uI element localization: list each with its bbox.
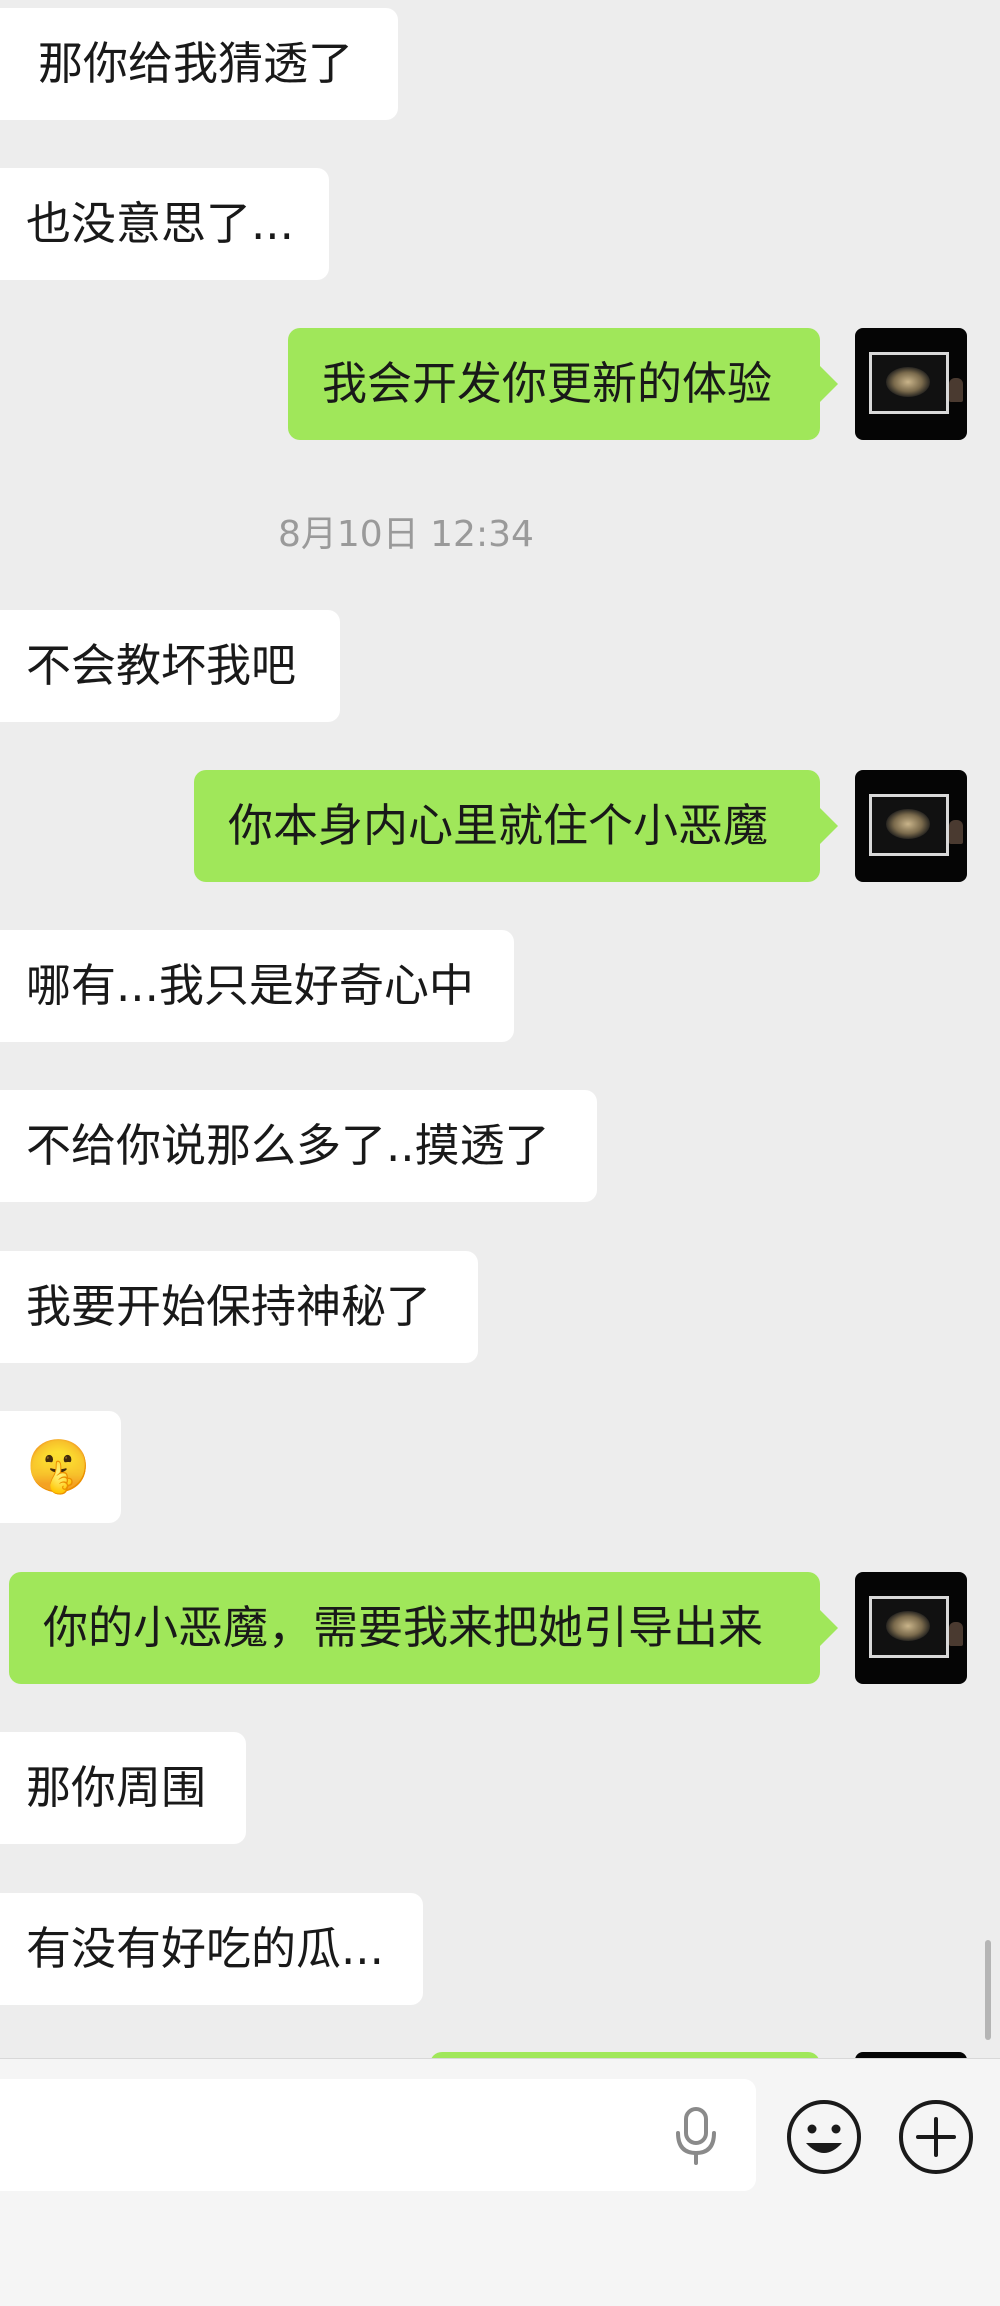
received-message[interactable]: 不给你说那么多了..摸透了	[0, 1090, 597, 1202]
received-message[interactable]: 那你给我猜透了	[0, 8, 398, 120]
sent-message[interactable]: 我会开发你更新的体验	[288, 328, 838, 440]
received-message[interactable]: 我要开始保持神秘了	[0, 1251, 478, 1363]
received-message[interactable]: 不会教坏我吧	[0, 610, 340, 722]
my-avatar[interactable]	[855, 770, 967, 882]
sent-message[interactable]: 你本身内心里就住个小恶魔	[194, 770, 838, 882]
sent-message[interactable]: 你的小恶魔，需要我来把她引导出来	[9, 1572, 838, 1684]
my-avatar[interactable]	[855, 1572, 967, 1684]
received-message[interactable]: 也没意思了...	[0, 168, 329, 280]
received-message[interactable]: 有没有好吃的瓜...	[0, 1893, 423, 2005]
microphone-icon[interactable]	[672, 2107, 720, 2165]
received-message[interactable]: 那你周围	[0, 1732, 246, 1844]
received-message[interactable]: 哪有...我只是好奇心中	[0, 930, 514, 1042]
received-emoji-message[interactable]: 🤫	[0, 1411, 121, 1523]
plus-circle-icon[interactable]	[896, 2097, 976, 2177]
my-avatar[interactable]	[855, 328, 967, 440]
scrollbar[interactable]	[985, 1940, 991, 2040]
message-input[interactable]	[0, 2079, 756, 2191]
smiley-icon[interactable]	[784, 2097, 864, 2177]
chat-area[interactable]: 那你给我猜透了 也没意思了... 我会开发你更新的体验 8月10日 12:34 …	[0, 0, 1000, 2058]
message-composer	[0, 2058, 1000, 2306]
timestamp: 8月10日 12:34	[278, 514, 534, 555]
